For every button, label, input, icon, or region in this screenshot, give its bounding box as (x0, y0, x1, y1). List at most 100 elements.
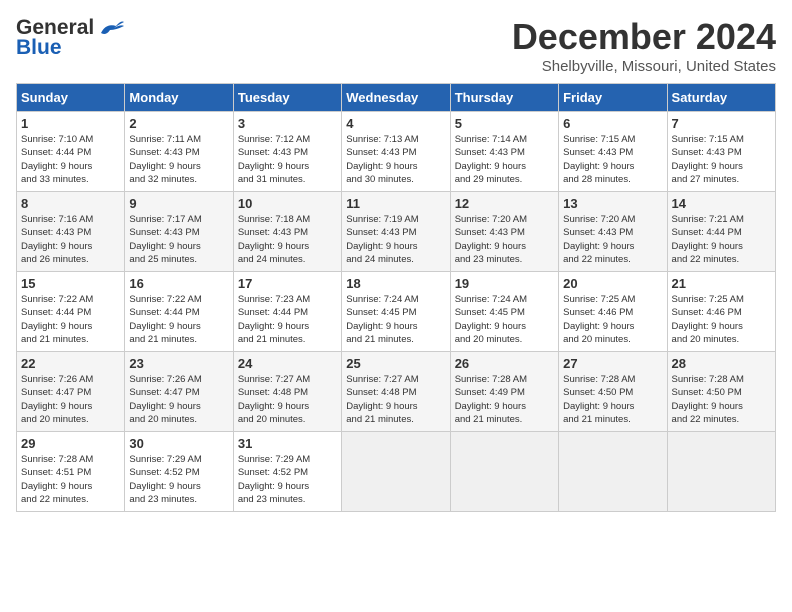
calendar-cell: 18 Sunrise: 7:24 AM Sunset: 4:45 PM Dayli… (342, 272, 450, 352)
calendar-week-row: 22 Sunrise: 7:26 AM Sunset: 4:47 PM Dayli… (17, 352, 776, 432)
calendar-cell (667, 432, 775, 512)
day-number: 16 (129, 276, 228, 291)
weekday-header-tuesday: Tuesday (233, 84, 341, 112)
calendar-cell: 16 Sunrise: 7:22 AM Sunset: 4:44 PM Dayli… (125, 272, 233, 352)
weekday-header-monday: Monday (125, 84, 233, 112)
day-info: Sunrise: 7:13 AM Sunset: 4:43 PM Dayligh… (346, 133, 445, 186)
day-info: Sunrise: 7:23 AM Sunset: 4:44 PM Dayligh… (238, 293, 337, 346)
location-title: Shelbyville, Missouri, United States (512, 58, 776, 75)
calendar-cell: 24Sunrise: 7:27 AM Sunset: 4:48 PM Dayli… (233, 352, 341, 432)
day-number: 28 (672, 356, 771, 371)
day-info: Sunrise: 7:22 AM Sunset: 4:44 PM Dayligh… (21, 293, 120, 346)
calendar-week-row: 1Sunrise: 7:10 AM Sunset: 4:44 PM Daylig… (17, 112, 776, 192)
calendar-cell: 1Sunrise: 7:10 AM Sunset: 4:44 PM Daylig… (17, 112, 125, 192)
day-info: Sunrise: 7:15 AM Sunset: 4:43 PM Dayligh… (563, 133, 662, 186)
weekday-header-row: SundayMondayTuesdayWednesdayThursdayFrid… (17, 84, 776, 112)
day-info: Sunrise: 7:15 AM Sunset: 4:43 PM Dayligh… (672, 133, 771, 186)
calendar-cell: 31Sunrise: 7:29 AM Sunset: 4:52 PM Dayli… (233, 432, 341, 512)
calendar-week-row: 29 Sunrise: 7:28 AM Sunset: 4:51 PM Dayli… (17, 432, 776, 512)
calendar-cell: 10 Sunrise: 7:18 AM Sunset: 4:43 PM Dayli… (233, 192, 341, 272)
day-number: 24 (238, 356, 337, 371)
day-number: 26 (455, 356, 554, 371)
calendar-cell: 12Sunrise: 7:20 AM Sunset: 4:43 PM Dayli… (450, 192, 558, 272)
day-info: Sunrise: 7:25 AM Sunset: 4:46 PM Dayligh… (672, 293, 771, 346)
calendar-cell: 7 Sunrise: 7:15 AM Sunset: 4:43 PM Daylig… (667, 112, 775, 192)
day-number: 22 (21, 356, 120, 371)
calendar-cell (559, 432, 667, 512)
calendar-cell: 6 Sunrise: 7:15 AM Sunset: 4:43 PM Daylig… (559, 112, 667, 192)
calendar-cell: 4 Sunrise: 7:13 AM Sunset: 4:43 PM Daylig… (342, 112, 450, 192)
day-number: 13 (563, 196, 662, 211)
calendar-cell: 17 Sunrise: 7:23 AM Sunset: 4:44 PM Dayli… (233, 272, 341, 352)
calendar-cell: 21 Sunrise: 7:25 AM Sunset: 4:46 PM Dayli… (667, 272, 775, 352)
day-number: 3 (238, 116, 337, 131)
day-number: 15 (21, 276, 120, 291)
day-info: Sunrise: 7:26 AM Sunset: 4:47 PM Dayligh… (21, 373, 120, 426)
day-info: Sunrise: 7:14 AM Sunset: 4:43 PM Dayligh… (455, 133, 554, 186)
logo-bird-icon (96, 18, 126, 38)
day-number: 7 (672, 116, 771, 131)
weekday-header-thursday: Thursday (450, 84, 558, 112)
weekday-header-sunday: Sunday (17, 84, 125, 112)
day-number: 18 (346, 276, 445, 291)
day-number: 8 (21, 196, 120, 211)
day-info: Sunrise: 7:28 AM Sunset: 4:50 PM Dayligh… (563, 373, 662, 426)
calendar-cell: 27 Sunrise: 7:28 AM Sunset: 4:50 PM Dayli… (559, 352, 667, 432)
day-info: Sunrise: 7:20 AM Sunset: 4:43 PM Dayligh… (563, 213, 662, 266)
day-number: 4 (346, 116, 445, 131)
day-info: Sunrise: 7:11 AM Sunset: 4:43 PM Dayligh… (129, 133, 228, 186)
day-number: 11 (346, 196, 445, 211)
calendar-week-row: 8Sunrise: 7:16 AM Sunset: 4:43 PM Daylig… (17, 192, 776, 272)
day-info: Sunrise: 7:18 AM Sunset: 4:43 PM Dayligh… (238, 213, 337, 266)
calendar-cell: 22 Sunrise: 7:26 AM Sunset: 4:47 PM Dayli… (17, 352, 125, 432)
weekday-header-friday: Friday (559, 84, 667, 112)
day-number: 2 (129, 116, 228, 131)
day-info: Sunrise: 7:22 AM Sunset: 4:44 PM Dayligh… (129, 293, 228, 346)
day-info: Sunrise: 7:28 AM Sunset: 4:50 PM Dayligh… (672, 373, 771, 426)
day-info: Sunrise: 7:29 AM Sunset: 4:52 PM Dayligh… (129, 453, 228, 506)
day-info: Sunrise: 7:24 AM Sunset: 4:45 PM Dayligh… (455, 293, 554, 346)
day-info: Sunrise: 7:12 AM Sunset: 4:43 PM Dayligh… (238, 133, 337, 186)
calendar-cell: 28 Sunrise: 7:28 AM Sunset: 4:50 PM Dayli… (667, 352, 775, 432)
day-number: 31 (238, 436, 337, 451)
day-number: 14 (672, 196, 771, 211)
day-info: Sunrise: 7:19 AM Sunset: 4:43 PM Dayligh… (346, 213, 445, 266)
day-number: 10 (238, 196, 337, 211)
calendar-cell: 15 Sunrise: 7:22 AM Sunset: 4:44 PM Dayli… (17, 272, 125, 352)
header: General Blue December 2024 Shelbyville, … (16, 16, 776, 75)
day-number: 9 (129, 196, 228, 211)
calendar-cell (450, 432, 558, 512)
day-number: 20 (563, 276, 662, 291)
day-info: Sunrise: 7:20 AM Sunset: 4:43 PM Dayligh… (455, 213, 554, 266)
logo-blue: Blue (16, 36, 62, 60)
calendar-cell: 26Sunrise: 7:28 AM Sunset: 4:49 PM Dayli… (450, 352, 558, 432)
day-number: 27 (563, 356, 662, 371)
day-info: Sunrise: 7:24 AM Sunset: 4:45 PM Dayligh… (346, 293, 445, 346)
day-info: Sunrise: 7:28 AM Sunset: 4:51 PM Dayligh… (21, 453, 120, 506)
calendar-cell: 9 Sunrise: 7:17 AM Sunset: 4:43 PM Daylig… (125, 192, 233, 272)
calendar-cell: 23Sunrise: 7:26 AM Sunset: 4:47 PM Dayli… (125, 352, 233, 432)
day-info: Sunrise: 7:27 AM Sunset: 4:48 PM Dayligh… (346, 373, 445, 426)
day-number: 17 (238, 276, 337, 291)
logo: General Blue (16, 16, 126, 60)
day-number: 29 (21, 436, 120, 451)
day-info: Sunrise: 7:21 AM Sunset: 4:44 PM Dayligh… (672, 213, 771, 266)
day-number: 21 (672, 276, 771, 291)
calendar-cell: 30Sunrise: 7:29 AM Sunset: 4:52 PM Dayli… (125, 432, 233, 512)
day-number: 6 (563, 116, 662, 131)
day-number: 25 (346, 356, 445, 371)
calendar-cell: 8Sunrise: 7:16 AM Sunset: 4:43 PM Daylig… (17, 192, 125, 272)
calendar-cell: 29 Sunrise: 7:28 AM Sunset: 4:51 PM Dayli… (17, 432, 125, 512)
calendar-cell: 3 Sunrise: 7:12 AM Sunset: 4:43 PM Daylig… (233, 112, 341, 192)
calendar-cell (342, 432, 450, 512)
calendar-table: SundayMondayTuesdayWednesdayThursdayFrid… (16, 83, 776, 512)
title-area: December 2024 Shelbyville, Missouri, Uni… (512, 16, 776, 75)
day-info: Sunrise: 7:26 AM Sunset: 4:47 PM Dayligh… (129, 373, 228, 426)
calendar-cell: 20 Sunrise: 7:25 AM Sunset: 4:46 PM Dayli… (559, 272, 667, 352)
day-info: Sunrise: 7:17 AM Sunset: 4:43 PM Dayligh… (129, 213, 228, 266)
calendar-cell: 25 Sunrise: 7:27 AM Sunset: 4:48 PM Dayli… (342, 352, 450, 432)
calendar-cell: 11 Sunrise: 7:19 AM Sunset: 4:43 PM Dayli… (342, 192, 450, 272)
calendar-cell: 5Sunrise: 7:14 AM Sunset: 4:43 PM Daylig… (450, 112, 558, 192)
day-info: Sunrise: 7:25 AM Sunset: 4:46 PM Dayligh… (563, 293, 662, 346)
weekday-header-saturday: Saturday (667, 84, 775, 112)
